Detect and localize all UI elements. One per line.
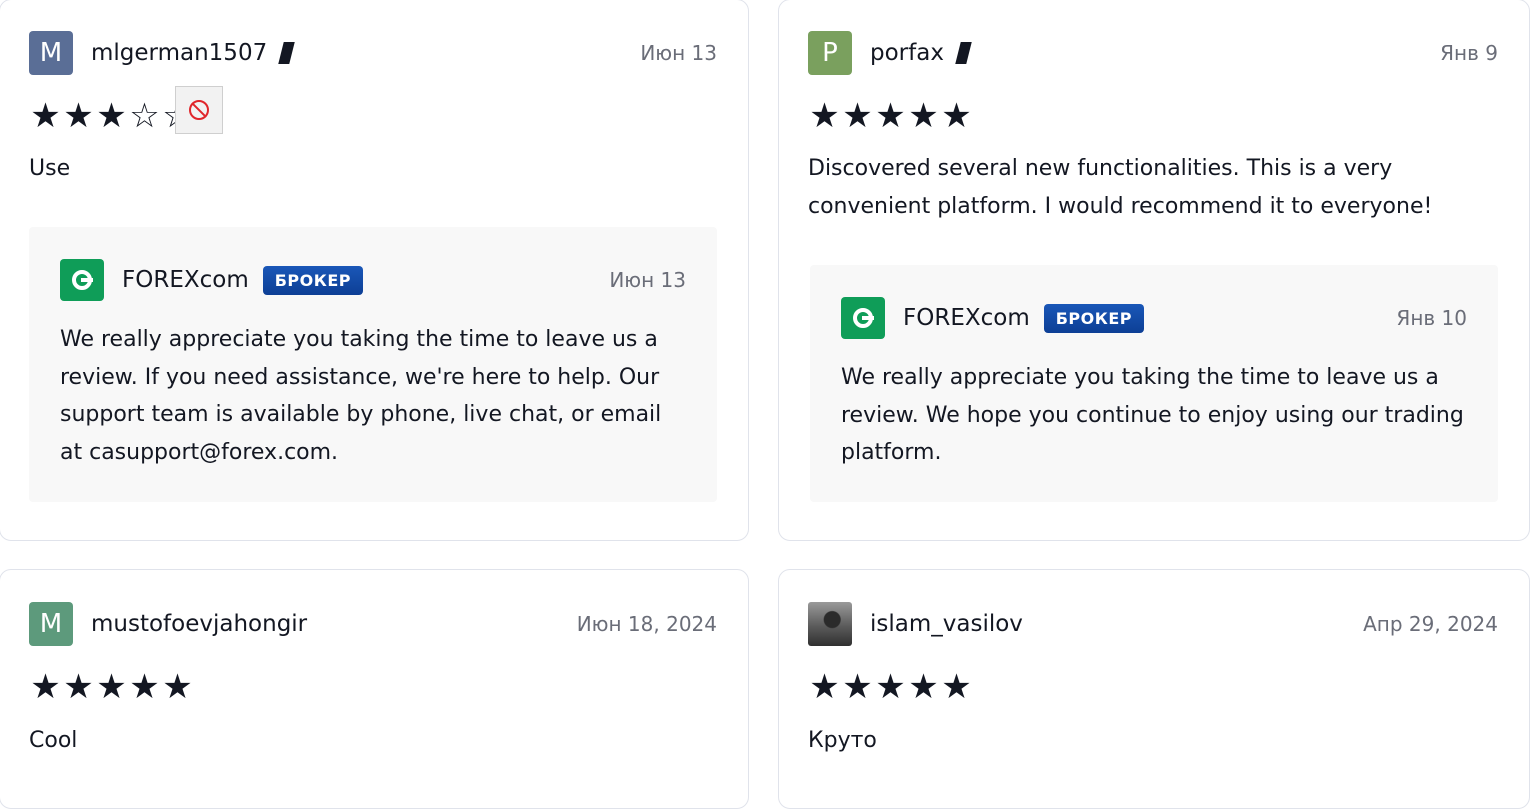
reply-text: We really appreciate you taking the time… [841,365,1464,465]
review-date: Июн 18, 2024 [576,612,717,636]
star-empty-icon: ☆ [129,96,160,136]
review-date: Янв 9 [1440,41,1498,65]
forex-logo-icon[interactable] [60,259,104,301]
star-filled-icon: ★ [30,96,61,136]
star-filled-icon: ★ [63,96,94,136]
star-filled-icon: ★ [842,667,873,707]
star-filled-icon: ★ [875,96,906,136]
review-header: M mlgerman1507 Июн 13 [29,31,717,75]
star-filled-icon: ★ [96,96,127,136]
star-filled-icon: ★ [63,667,94,707]
avatar[interactable]: P [808,31,852,75]
review-card: islam_vasilov Апр 29, 2024 ★ ★ ★ ★ ★ Круто [778,569,1530,809]
review-card: P porfax Янв 9 ★ ★ ★ ★ ★ Discovered several … [778,0,1530,541]
reply-header: FOREXcom БРОКЕР Июн 13 [60,259,686,301]
star-filled-icon: ★ [908,96,939,136]
star-filled-icon: ★ [941,96,972,136]
star-filled-icon: ★ [875,667,906,707]
reply-header: FOREXcom БРОКЕР Янв 10 [841,297,1467,339]
block-button[interactable] [175,86,223,134]
star-filled-icon: ★ [96,667,127,707]
star-filled-icon: ★ [809,96,840,136]
star-filled-icon: ★ [809,667,840,707]
star-filled-icon: ★ [162,667,193,707]
username[interactable]: mustofoevjahongir [91,611,307,637]
star-rating: ★ ★ ★ ★ ★ [808,98,973,134]
review-card: M mlgerman1507 Июн 13 ★★★☆☆ Use FOREXcom… [0,0,749,541]
review-card: M mustofoevjahongir Июн 18, 2024 ★ ★ ★ ★ ★ C… [0,569,749,809]
forex-logo-icon[interactable] [841,297,885,339]
star-filled-icon: ★ [129,667,160,707]
review-date: Июн 13 [640,41,717,65]
broker-badge: БРОКЕР [1043,303,1144,333]
reply-date: Янв 10 [1396,306,1467,330]
star-rating: ★★★☆☆ [29,98,194,134]
review-text: Круто [808,728,877,753]
star-filled-icon: ★ [842,96,873,136]
pencil-icon [955,42,972,64]
username[interactable]: mlgerman1507 [91,40,267,66]
broker-reply: FOREXcom БРОКЕР Июн 13 We really appreci… [29,227,717,502]
star-filled-icon: ★ [941,667,972,707]
avatar[interactable] [808,602,852,646]
star-filled-icon: ★ [908,667,939,707]
review-text: Use [29,156,71,181]
username[interactable]: islam_vasilov [870,611,1023,637]
avatar[interactable]: M [29,31,73,75]
star-filled-icon: ★ [30,667,61,707]
broker-badge: БРОКЕР [262,265,363,295]
review-date: Апр 29, 2024 [1363,612,1498,636]
pencil-icon [278,42,295,64]
review-text: Discovered several new functionalities. … [808,156,1433,219]
star-rating: ★ ★ ★ ★ ★ [808,669,973,705]
username[interactable]: porfax [870,40,944,66]
avatar[interactable]: M [29,602,73,646]
no-entry-icon [189,100,209,120]
review-text: Cool [29,728,78,753]
broker-reply: FOREXcom БРОКЕР Янв 10 We really appreci… [810,265,1498,502]
reply-date: Июн 13 [609,268,686,292]
reply-text: We really appreciate you taking the time… [60,327,662,465]
broker-name[interactable]: FOREXcom [903,305,1030,331]
review-header: P porfax Янв 9 [808,31,1498,75]
review-header: M mustofoevjahongir Июн 18, 2024 [29,602,717,646]
review-header: islam_vasilov Апр 29, 2024 [808,602,1498,646]
star-rating: ★ ★ ★ ★ ★ [29,669,194,705]
broker-name[interactable]: FOREXcom [122,267,249,293]
